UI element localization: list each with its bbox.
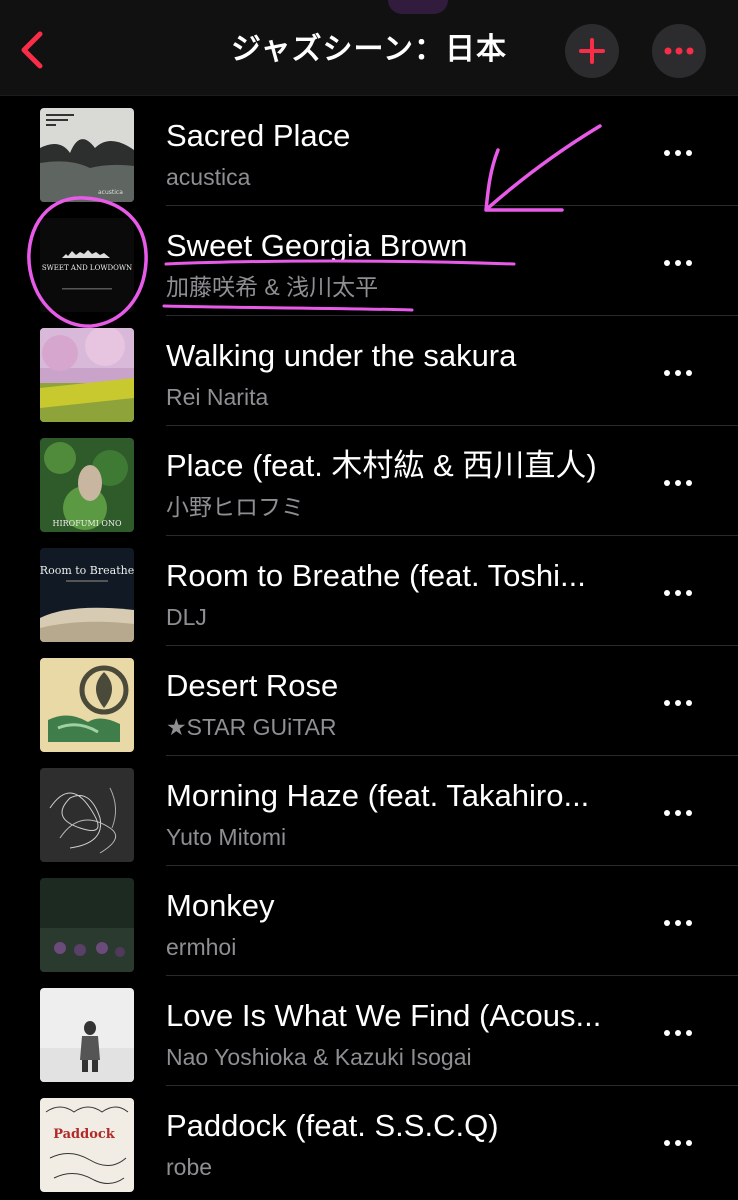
album-art: HIROFUMI ONO (40, 438, 134, 532)
track-artist: Yuto Mitomi (166, 824, 287, 850)
now-playing-peek (388, 0, 448, 14)
more-options-button[interactable] (652, 24, 706, 78)
cover-text: Room to Breathe (40, 564, 134, 577)
track-title: Place (feat. 木村紘 & 西川直人) (166, 448, 597, 483)
ellipsis-icon (664, 480, 692, 486)
track-more-button[interactable] (654, 138, 702, 168)
ellipsis-icon (664, 1140, 692, 1146)
ellipsis-icon (664, 370, 692, 376)
track-title: Walking under the sakura (166, 338, 517, 373)
track-more-button[interactable] (654, 1128, 702, 1158)
track-row[interactable]: Paddock Paddock (feat. S.S.C.Q) robe (0, 1086, 738, 1196)
cover-text: Paddock (53, 1127, 116, 1142)
album-art (40, 768, 134, 862)
track-title: Desert Rose (166, 668, 339, 703)
track-more-button[interactable] (654, 248, 702, 278)
track-more-button[interactable] (654, 798, 702, 828)
track-row[interactable]: Room to Breathe Room to Breathe (feat. T… (0, 536, 738, 646)
track-artist: robe (166, 1154, 213, 1180)
album-art (40, 328, 134, 422)
track-row[interactable]: Morning Haze (feat. Takahiro... Yuto Mit… (0, 756, 738, 866)
album-art (40, 878, 134, 972)
page-title: ジャズシーン：日本 (231, 33, 507, 66)
track-artist: Rei Narita (166, 384, 269, 410)
track-more-button[interactable] (654, 688, 702, 718)
plus-icon (579, 38, 605, 64)
track-artist: ★STAR GUiTAR (166, 714, 337, 740)
track-row[interactable]: Monkey ermhoi (0, 866, 738, 976)
chevron-left-icon (21, 31, 43, 69)
track-title: Morning Haze (feat. Takahiro... (166, 778, 590, 813)
album-art: Room to Breathe (40, 548, 134, 642)
album-art: acustica (40, 108, 134, 202)
track-more-button[interactable] (654, 468, 702, 498)
track-artist: ermhoi (166, 934, 237, 960)
track-title: Monkey (166, 888, 275, 923)
track-artist: acustica (166, 164, 251, 190)
ellipsis-icon (664, 700, 692, 706)
track-artist: 加藤咲希 & 浅川太平 (166, 274, 379, 300)
track-title: Room to Breathe (feat. Toshi... (166, 558, 586, 593)
ellipsis-icon (664, 920, 692, 926)
ellipsis-icon (664, 150, 692, 156)
track-row[interactable]: SWEET AND LOWDOWN Sweet Georgia Brown 加藤… (0, 206, 738, 316)
album-art: Paddock (40, 1098, 134, 1192)
track-title: Love Is What We Find (Acous... (166, 998, 602, 1033)
track-title: Sweet Georgia Brown (166, 228, 468, 263)
screen: ジャズシーン：日本 acustica Sacred Place acustica… (0, 0, 738, 1200)
track-artist: 小野ヒロフミ (166, 494, 304, 520)
track-list: acustica Sacred Place acustica SWEET AND… (0, 96, 738, 1196)
nav-bar: ジャズシーン：日本 (0, 0, 738, 96)
track-more-button[interactable] (654, 578, 702, 608)
album-art: SWEET AND LOWDOWN (40, 218, 134, 312)
add-button[interactable] (565, 24, 619, 78)
track-artist: Nao Yoshioka & Kazuki Isogai (166, 1044, 472, 1070)
track-more-button[interactable] (654, 908, 702, 938)
track-row[interactable]: Desert Rose ★STAR GUiTAR (0, 646, 738, 756)
cover-text: HIROFUMI ONO (52, 519, 121, 528)
album-art (40, 988, 134, 1082)
track-title: Sacred Place (166, 118, 351, 153)
track-row[interactable]: acustica Sacred Place acustica (0, 96, 738, 206)
cover-text: SWEET AND LOWDOWN (42, 264, 132, 272)
track-artist: DLJ (166, 604, 207, 630)
track-row[interactable]: Walking under the sakura Rei Narita (0, 316, 738, 426)
ellipsis-icon (664, 810, 692, 816)
album-art (40, 658, 134, 752)
ellipsis-icon (664, 260, 692, 266)
back-button[interactable] (10, 24, 54, 76)
track-title: Paddock (feat. S.S.C.Q) (166, 1108, 499, 1143)
track-row[interactable]: HIROFUMI ONO Place (feat. 木村紘 & 西川直人) 小野… (0, 426, 738, 536)
cover-text: acustica (98, 189, 123, 196)
ellipsis-icon (664, 1030, 692, 1036)
ellipsis-icon (664, 590, 692, 596)
track-more-button[interactable] (654, 358, 702, 388)
ellipsis-icon (664, 47, 694, 55)
track-row[interactable]: Love Is What We Find (Acous... Nao Yoshi… (0, 976, 738, 1086)
track-more-button[interactable] (654, 1018, 702, 1048)
